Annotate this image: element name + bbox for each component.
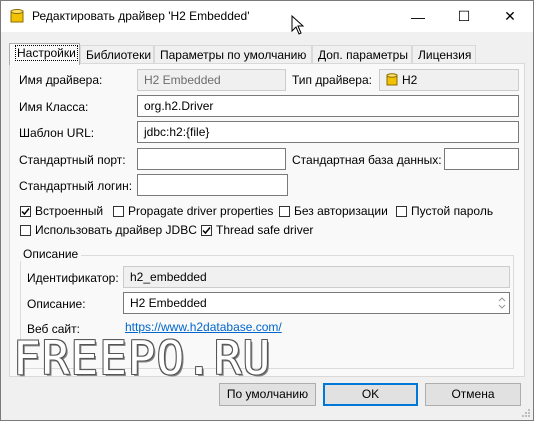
- settings-panel: Имя драйвера: H2 Embedded Тип драйвера: …: [9, 63, 525, 377]
- checkbox-box: [20, 224, 31, 236]
- no-auth-checkbox[interactable]: Без авторизации: [279, 204, 388, 218]
- checkmark-icon: [21, 207, 30, 215]
- thread-safe-label: Thread safe driver: [216, 223, 314, 237]
- checkbox-box: [201, 224, 212, 236]
- driver-editor-dialog: Редактировать драйвер 'H2 Embedded' — ☐ …: [0, 0, 534, 421]
- checkbox-box: [279, 205, 290, 217]
- driver-type-label: Тип драйвера:: [292, 73, 372, 87]
- checkbox-box: [20, 205, 31, 217]
- description-label: Описание:: [27, 297, 86, 311]
- url-template-input[interactable]: jdbc:h2:{file}: [137, 121, 519, 143]
- tab-license-label: Лицензия: [418, 48, 472, 62]
- checkbox-box: [113, 205, 124, 217]
- identifier-value: h2_embedded: [130, 270, 207, 284]
- propagate-properties-checkbox[interactable]: Propagate driver properties: [113, 204, 273, 218]
- driver-name-value: H2 Embedded: [144, 73, 221, 87]
- ok-button[interactable]: OK: [323, 383, 418, 406]
- default-database-input[interactable]: [444, 148, 519, 170]
- tab-settings-label: Настройки: [15, 45, 78, 61]
- watermark-text: FREEPO.RU: [13, 331, 272, 385]
- checkmark-icon: [202, 226, 211, 234]
- mouse-cursor-icon: [291, 15, 305, 35]
- identifier-field[interactable]: h2_embedded: [123, 266, 510, 288]
- use-jdbc-checkbox[interactable]: Использовать драйвер JDBC: [20, 223, 197, 237]
- default-port-input[interactable]: [137, 148, 286, 170]
- tab-license[interactable]: Лицензия: [412, 45, 476, 64]
- identifier-label: Идентификатор:: [27, 271, 119, 285]
- class-name-label: Имя Класса:: [19, 100, 89, 114]
- title-bar[interactable]: Редактировать драйвер 'H2 Embedded' — ☐ …: [1, 1, 533, 35]
- close-icon: ✕: [504, 8, 516, 24]
- spinner-arrows-icon[interactable]: [497, 295, 507, 311]
- thread-safe-checkbox[interactable]: Thread safe driver: [201, 223, 313, 237]
- url-template-value: jdbc:h2:{file}: [144, 125, 210, 139]
- checkbox-box: [396, 205, 407, 217]
- embedded-checkbox-label: Встроенный: [35, 204, 104, 218]
- window-title: Редактировать драйвер 'H2 Embedded': [32, 9, 250, 23]
- class-name-input[interactable]: org.h2.Driver: [137, 95, 519, 117]
- driver-name-label: Имя драйвера:: [19, 73, 103, 87]
- maximize-icon: ☐: [457, 8, 471, 24]
- tab-libraries[interactable]: Библиотеки: [80, 45, 154, 64]
- driver-type-field[interactable]: H2: [379, 69, 519, 91]
- url-template-label: Шаблон URL:: [19, 126, 95, 140]
- default-login-input[interactable]: [137, 174, 288, 196]
- cancel-button[interactable]: Отмена: [425, 383, 521, 406]
- tab-extra-params-label: Доп. параметры: [318, 48, 408, 62]
- tab-default-params[interactable]: Параметры по умолчанию: [154, 45, 312, 64]
- use-jdbc-label: Использовать драйвер JDBC: [35, 223, 197, 237]
- default-login-label: Стандартный логин:: [19, 179, 133, 193]
- empty-password-label: Пустой пароль: [411, 204, 494, 218]
- propagate-properties-label: Propagate driver properties: [128, 204, 274, 218]
- description-group-title: Описание: [20, 247, 82, 261]
- embedded-checkbox[interactable]: Встроенный: [20, 204, 103, 218]
- description-value: H2 Embedded: [130, 296, 207, 310]
- description-input[interactable]: H2 Embedded: [123, 292, 510, 314]
- tab-settings[interactable]: Настройки: [9, 43, 80, 65]
- empty-password-checkbox[interactable]: Пустой пароль: [396, 204, 493, 218]
- no-auth-label: Без авторизации: [294, 204, 388, 218]
- tab-default-params-label: Параметры по умолчанию: [160, 48, 307, 62]
- driver-name-field[interactable]: H2 Embedded: [137, 69, 286, 91]
- close-button[interactable]: ✕: [487, 1, 533, 32]
- maximize-button[interactable]: ☐: [441, 1, 487, 32]
- restore-defaults-button[interactable]: По умолчанию: [219, 383, 316, 406]
- database-icon: [10, 9, 24, 23]
- tab-extra-params[interactable]: Доп. параметры: [312, 45, 412, 64]
- database-icon: [386, 73, 398, 86]
- resize-grip-icon[interactable]: [521, 408, 531, 418]
- default-database-label: Стандартная база данных:: [292, 153, 442, 167]
- minimize-icon: —: [411, 8, 425, 25]
- class-name-value: org.h2.Driver: [144, 99, 214, 113]
- minimize-button[interactable]: —: [395, 1, 441, 32]
- driver-type-value: H2: [402, 73, 418, 87]
- tab-libraries-label: Библиотеки: [86, 48, 152, 62]
- default-port-label: Стандартный порт:: [19, 153, 126, 167]
